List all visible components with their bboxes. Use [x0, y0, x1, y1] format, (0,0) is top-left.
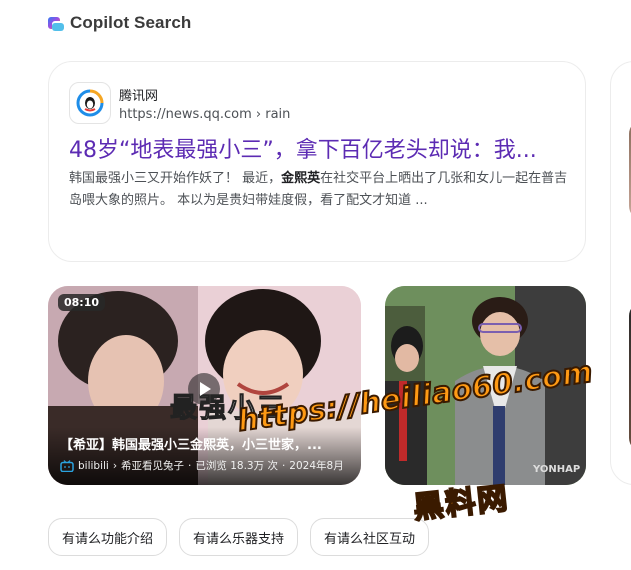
next-result-card-partial[interactable]	[610, 61, 631, 485]
video-result-card[interactable]: 08:10 最强小三 【希亚】韩国最强小三金熙英，小三世家，... bilibi…	[48, 286, 361, 485]
source-name: 腾讯网	[119, 88, 159, 104]
video-date: 2024年8月	[289, 460, 344, 472]
video-source: bilibili	[78, 459, 109, 472]
bilibili-tv-icon	[60, 459, 74, 472]
copilot-logo-icon	[48, 15, 64, 31]
video-duration-badge: 08:10	[58, 294, 106, 311]
suggestion-chips: 有请么功能介绍 有请么乐器支持 有请么社区互动	[48, 518, 430, 556]
search-result-card[interactable]: 腾讯网 https://news.qq.com › rain 48岁“地表最强小…	[48, 61, 586, 262]
snippet-text-start: 韩国最强小三又开始作妖了！ 最近，	[69, 171, 282, 186]
page-header: Copilot Search	[48, 12, 191, 34]
video-meta: bilibili › 希亚看见兔子 · 已浏览 18.3万 次 · 2024年8…	[60, 458, 356, 473]
video-title[interactable]: 【希亚】韩国最强小三金熙英，小三世家，...	[60, 434, 352, 453]
video-channel: 希亚看见兔子	[121, 460, 185, 472]
suggestion-chip[interactable]: 有请么社区互动	[310, 518, 430, 556]
separator-dot: ·	[188, 459, 192, 472]
result-snippet: 韩国最强小三又开始作妖了！ 最近，金熙英在社交平台上晒出了几张和女儿一起在普吉岛…	[69, 168, 569, 212]
play-icon[interactable]	[187, 372, 221, 406]
watermark-name: 黑料网	[411, 480, 512, 527]
separator-chevron: ›	[112, 459, 118, 472]
video-views: 已浏览 18.3万 次	[195, 460, 278, 472]
suggestion-chip[interactable]: 有请么乐器支持	[179, 518, 299, 556]
tencent-news-icon	[69, 82, 111, 124]
separator-dot: ·	[281, 459, 286, 472]
source-url[interactable]: https://news.qq.com › rain	[119, 107, 290, 122]
image-watermark: YONHAP	[533, 464, 581, 475]
page-title: Copilot Search	[70, 13, 192, 32]
result-title-link[interactable]: 48岁“地表最强小三”，拿下百亿老头却说：我...	[69, 132, 569, 164]
suggestion-chip[interactable]: 有请么功能介绍	[48, 518, 168, 556]
result-source[interactable]: 腾讯网 https://news.qq.com › rain	[69, 82, 290, 124]
snippet-highlight: 金熙英	[281, 171, 321, 186]
